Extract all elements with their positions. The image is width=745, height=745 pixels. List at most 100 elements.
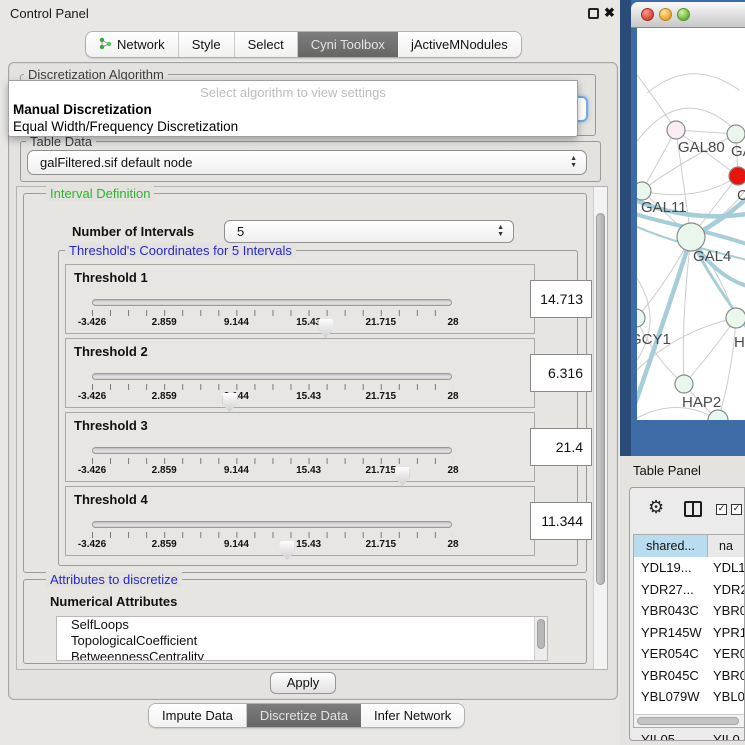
table-panel-title: Table Panel bbox=[633, 463, 701, 478]
tick-label: 28 bbox=[447, 317, 458, 328]
bottom-tab-bar: Impute Data Discretize Data Infer Networ… bbox=[148, 703, 465, 728]
tick-label: 21.715 bbox=[366, 317, 397, 328]
table-row[interactable]: YIL05...YIL0 bbox=[634, 729, 744, 741]
tick-label: -3.426 bbox=[78, 391, 106, 402]
tick-label: 9.144 bbox=[224, 465, 249, 476]
algorithm-dropdown-popup: Select algorithm to view settings Manual… bbox=[8, 80, 578, 137]
tick-label: -3.426 bbox=[78, 317, 106, 328]
interval-definition-label: Interval Definition bbox=[46, 186, 154, 201]
network-window: GAL80 GA C GAL11 GAL4 GCY1 H HAP2 bbox=[620, 0, 745, 456]
list-item[interactable]: TopologicalCoefficient bbox=[57, 633, 547, 649]
table-horizontal-scrollbar[interactable] bbox=[634, 714, 744, 727]
table-data-combobox[interactable]: galFiltered.sif default node ▲▼ bbox=[27, 150, 587, 175]
option-manual-discretization[interactable]: Manual Discretization bbox=[13, 102, 152, 117]
main-scrollbar-thumb[interactable] bbox=[596, 213, 605, 585]
window-frame bbox=[620, 0, 631, 456]
table-row[interactable]: YER054CYER0 bbox=[634, 643, 744, 665]
tick-label: 15.43 bbox=[296, 539, 321, 550]
tab-infer-network[interactable]: Infer Network bbox=[361, 704, 464, 727]
table-panel-body: ⚙ ✓ ✓ shared... na YDL19...YDL1 YDR27...… bbox=[629, 487, 745, 741]
tick-label: 9.144 bbox=[224, 317, 249, 328]
table-row[interactable]: YDL19...YDL1 bbox=[634, 557, 744, 579]
table-data-groupbox: galFiltered.sif default node ▲▼ bbox=[20, 141, 601, 182]
column-header-shared-name[interactable]: shared... bbox=[634, 535, 708, 557]
network-node-hap2[interactable] bbox=[675, 375, 693, 393]
list-item[interactable]: SelfLoops bbox=[57, 617, 547, 633]
node-label-gal4: GAL4 bbox=[693, 248, 731, 265]
network-node-ga[interactable] bbox=[727, 125, 745, 143]
attributes-groupbox: Attributes to discretize Numerical Attri… bbox=[23, 579, 587, 664]
table-row[interactable]: YBR043CYBR0 bbox=[634, 600, 744, 622]
node-label-hap2: HAP2 bbox=[682, 394, 721, 411]
column-header-name[interactable]: na bbox=[708, 535, 744, 557]
numerical-attributes-list[interactable]: SelfLoops TopologicalCoefficient Between… bbox=[56, 616, 548, 661]
tab-style[interactable]: Style bbox=[179, 32, 235, 57]
split-columns-icon[interactable] bbox=[684, 501, 702, 517]
network-node-gcy1[interactable] bbox=[637, 309, 645, 327]
minimize-traffic-light[interactable] bbox=[659, 8, 672, 21]
checkbox-icon[interactable]: ✓ bbox=[731, 504, 742, 515]
network-node-gal11[interactable] bbox=[637, 182, 651, 200]
spinner-arrows-icon: ▲▼ bbox=[497, 224, 504, 238]
node-label-h: H bbox=[734, 334, 745, 351]
tick-label: 9.144 bbox=[224, 539, 249, 550]
apply-button[interactable]: Apply bbox=[270, 672, 336, 694]
tick-label: 28 bbox=[447, 539, 458, 550]
list-item[interactable]: BetweennessCentrality bbox=[57, 649, 547, 661]
network-node-gal80[interactable] bbox=[667, 121, 685, 139]
threshold-4-slider-thumb[interactable] bbox=[280, 541, 295, 560]
tab-impute-data[interactable]: Impute Data bbox=[149, 704, 247, 727]
threshold-1-ticks bbox=[92, 310, 453, 316]
close-icon[interactable]: ✖ bbox=[604, 5, 615, 21]
number-of-intervals-label: Number of Intervals bbox=[72, 224, 194, 239]
threshold-2-label: Threshold 2 bbox=[74, 344, 148, 359]
float-icon[interactable] bbox=[588, 8, 599, 19]
list-scrollbar[interactable] bbox=[534, 617, 547, 660]
network-node-bottom[interactable] bbox=[708, 410, 728, 420]
gear-icon[interactable]: ⚙ bbox=[648, 497, 664, 518]
tab-jactivemnodules[interactable]: jActiveMNodules bbox=[398, 32, 521, 57]
tab-discretize-data[interactable]: Discretize Data bbox=[247, 704, 361, 727]
network-node-h[interactable] bbox=[726, 308, 745, 328]
network-node-gal4[interactable] bbox=[677, 223, 705, 251]
threshold-2-panel: Threshold 2 -3.426 2.859 9.144 15.43 21.… bbox=[65, 338, 535, 408]
threshold-4-value-field[interactable]: 11.344 bbox=[530, 502, 592, 540]
network-node-red[interactable] bbox=[729, 167, 745, 185]
threshold-3-value-field[interactable]: 21.4 bbox=[530, 428, 592, 466]
threshold-3-slider-thumb[interactable] bbox=[395, 467, 410, 486]
close-traffic-light[interactable] bbox=[641, 8, 654, 21]
thresholds-groupbox: Threshold's Coordinates for 5 Intervals … bbox=[58, 250, 578, 566]
threshold-3-label: Threshold 3 bbox=[74, 418, 148, 433]
threshold-1-slider-thumb[interactable] bbox=[318, 319, 333, 338]
table-row[interactable]: YDR27...YDR2 bbox=[634, 579, 744, 601]
tick-label: -3.426 bbox=[78, 539, 106, 550]
top-tab-bar: Network Style Select Cyni Toolbox jActiv… bbox=[85, 31, 522, 58]
threshold-1-panel: Threshold 1 -3.426 2.859 9.144 15.43 21.… bbox=[65, 264, 535, 334]
threshold-1-value-field[interactable]: 14.713 bbox=[530, 280, 592, 318]
option-equal-width-frequency[interactable]: Equal Width/Frequency Discretization bbox=[13, 119, 238, 134]
threshold-3-panel: Threshold 3 -3.426 2.859 9.144 15.43 21.… bbox=[65, 412, 535, 482]
threshold-2-value-field[interactable]: 6.316 bbox=[530, 354, 592, 392]
tab-network[interactable]: Network bbox=[86, 32, 179, 57]
network-canvas[interactable]: GAL80 GA C GAL11 GAL4 GCY1 H HAP2 bbox=[637, 28, 745, 420]
tab-cyni-toolbox[interactable]: Cyni Toolbox bbox=[298, 32, 398, 57]
threshold-2-ticks bbox=[92, 384, 453, 390]
table-row[interactable]: YPR145WYPR1 bbox=[634, 622, 744, 644]
checkbox-icon[interactable]: ✓ bbox=[716, 504, 727, 515]
control-panel: Control Panel ✖ Network Style Select Cyn… bbox=[0, 0, 620, 745]
main-scrollbar[interactable] bbox=[593, 187, 607, 669]
threshold-1-label: Threshold 1 bbox=[74, 270, 148, 285]
zoom-traffic-light[interactable] bbox=[677, 8, 690, 21]
number-of-intervals-spinner[interactable]: 5 ▲▼ bbox=[224, 220, 514, 243]
table-header-row: shared... na bbox=[634, 535, 744, 557]
threshold-2-slider-thumb[interactable] bbox=[222, 393, 237, 412]
table-row[interactable]: YBL079WYBL0 bbox=[634, 686, 744, 708]
tick-label: 2.859 bbox=[152, 317, 177, 328]
settings-scroll-area: Interval Definition Number of Intervals … bbox=[16, 186, 608, 670]
algorithm-hint: Select algorithm to view settings bbox=[9, 85, 577, 100]
thresholds-group-label: Threshold's Coordinates for 5 Intervals bbox=[65, 243, 296, 258]
table-row[interactable]: YBR045CYBR0 bbox=[634, 665, 744, 687]
tick-label: 28 bbox=[447, 391, 458, 402]
tab-select[interactable]: Select bbox=[235, 32, 298, 57]
number-of-intervals-value: 5 bbox=[237, 224, 244, 239]
